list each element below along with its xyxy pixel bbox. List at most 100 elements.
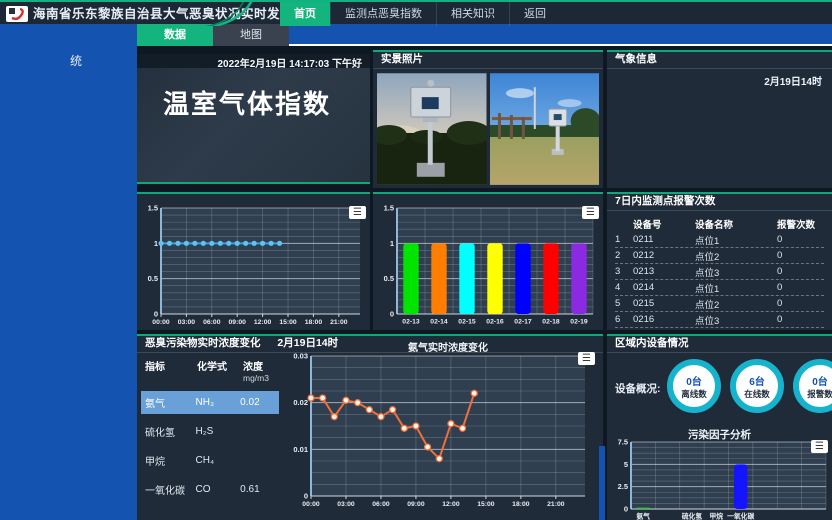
svg-text:0: 0: [390, 310, 394, 319]
odor-col-header: 化学式: [197, 358, 243, 383]
tabs-row-filler: [289, 24, 832, 46]
row-index: 1: [615, 234, 633, 245]
svg-text:0.01: 0.01: [293, 445, 308, 454]
page-title: 温室气体指数: [163, 84, 370, 121]
odor-title-text: 恶臭污染物实时浓度变化: [145, 337, 261, 349]
alarm-count: 0: [777, 282, 824, 293]
pollutant-name: 氨气: [145, 395, 196, 410]
greeting-panel: 2022年2月19日 14:17:03 下午好 温室气体指数: [137, 54, 370, 184]
alarm-table: 设备号设备名称报警次数10211点位1020212点位2030213点位3040…: [607, 211, 832, 328]
svg-text:09:00: 09:00: [407, 501, 425, 508]
svg-text:硫化氢: 硫化氢: [682, 512, 703, 520]
svg-text:0: 0: [304, 492, 308, 501]
nav-item[interactable]: 返回: [509, 2, 560, 26]
list-item[interactable]: 氨气NH₃0.02: [141, 391, 279, 414]
pollutant-formula: CO: [196, 484, 241, 495]
list-item[interactable]: 硫化氢H₂S: [141, 420, 279, 443]
chart-menu-icon[interactable]: ☰: [582, 206, 599, 219]
svg-text:21:00: 21:00: [547, 501, 565, 508]
device-stats-label: 设备概况:: [615, 381, 661, 396]
pollutant-name: 甲烷: [145, 453, 196, 468]
device-name: 点位1: [695, 233, 777, 247]
pollutant-formula: CH₄: [196, 455, 241, 466]
odor-table-header: 指标化学式浓度mg/m3: [137, 354, 283, 385]
svg-text:18:00: 18:00: [512, 501, 530, 508]
svg-text:03:00: 03:00: [178, 319, 196, 326]
row-index: 2: [615, 250, 633, 261]
device-id: 0213: [633, 266, 695, 277]
nav-item[interactable]: 相关知识: [436, 2, 509, 26]
svg-text:00:00: 00:00: [302, 501, 320, 508]
stat-count: 0台: [686, 373, 702, 388]
device-id: 0214: [633, 282, 695, 293]
pollutant-value: 0.61: [240, 484, 279, 495]
site-logo-icon: [6, 6, 28, 22]
svg-text:氨气实时浓度变化: 氨气实时浓度变化: [408, 341, 488, 354]
nav-item[interactable]: 首页: [280, 2, 330, 26]
decorative-swoosh: [205, 2, 275, 26]
pollutant-value: 0.02: [240, 397, 279, 408]
list-item[interactable]: 甲烷CH₄: [141, 449, 279, 472]
datetime-text: 2022年2月19日 14:17:03 下午好: [137, 54, 370, 68]
alarm-count: 0: [777, 266, 824, 277]
pollution-factor-chart[interactable]: 02.557.5氨气硫化氢甲烷一氧化碳 ☰: [611, 438, 832, 520]
table-row: 30213点位30: [615, 264, 824, 280]
daily-index-chart[interactable]: 00.511.502-1302-1402-1502-1602-1702-1802…: [377, 202, 607, 333]
svg-text:00:00: 00:00: [152, 319, 170, 326]
stat-name: 报警数: [807, 388, 832, 400]
chart-menu-icon[interactable]: ☰: [349, 206, 366, 219]
alarm-count: 0: [777, 250, 824, 261]
chart-menu-icon[interactable]: ☰: [811, 440, 828, 453]
table-row: 10211点位10: [615, 232, 824, 248]
station-photo-left[interactable]: [377, 73, 487, 185]
device-id: 0216: [633, 314, 695, 325]
weather-panel-title: 气象信息: [607, 52, 832, 69]
svg-text:15:00: 15:00: [279, 319, 297, 326]
alarm-col-header: 报警次数: [777, 217, 824, 231]
pollutant-formula: NH₃: [196, 397, 241, 408]
table-row: 50215点位20: [615, 296, 824, 312]
svg-text:0.03: 0.03: [293, 352, 308, 361]
odor-col-header: 指标: [145, 358, 197, 383]
tab-item[interactable]: 数据: [137, 24, 213, 46]
dashboard-main: 2022年2月19日 14:17:03 下午好 温室气体指数 实景照片: [137, 46, 832, 520]
ammonia-trend-chart[interactable]: 00.010.020.0300:0003:0006:0009:0012:0015…: [283, 340, 599, 518]
row-index: 3: [615, 266, 633, 277]
dashboard-app: 海南省乐东黎族自治县大气恶臭状况实时发布系 首页监测点恶臭指数相关知识返回 统 …: [0, 0, 832, 520]
main-nav: 首页监测点恶臭指数相关知识返回: [280, 2, 560, 26]
alarm-table-panel: 7日内监测点报警次数 设备号设备名称报警次数10211点位1020212点位20…: [607, 192, 832, 330]
greenhouse-trend-chart[interactable]: 00.511.500:0003:0006:0009:0012:0015:0018…: [141, 202, 374, 333]
svg-text:02-13: 02-13: [402, 319, 420, 326]
odor-unit-label: mg/m3: [243, 373, 283, 383]
devices-panel-title: 区域内设备情况: [607, 336, 832, 353]
svg-text:2.5: 2.5: [618, 482, 628, 491]
pollutant-name: 硫化氢: [145, 424, 196, 439]
chart-menu-icon[interactable]: ☰: [578, 352, 595, 365]
svg-text:甲烷: 甲烷: [710, 512, 724, 520]
device-stats-row: 设备概况: 0台离线数6台在线数0台报警数: [607, 353, 832, 425]
svg-text:0.02: 0.02: [293, 398, 308, 407]
device-stat-circle: 0台报警数: [793, 359, 832, 413]
device-id: 0211: [633, 234, 695, 245]
svg-text:1.5: 1.5: [384, 204, 394, 213]
svg-text:09:00: 09:00: [229, 319, 247, 326]
alarm-count: 0: [777, 298, 824, 309]
greenhouse-trend-panel: 00.511.500:0003:0006:0009:0012:0015:0018…: [137, 192, 370, 330]
row-index: 6: [615, 314, 633, 325]
list-item[interactable]: 一氧化碳CO0.61: [141, 478, 279, 501]
device-stat-circle: 6台在线数: [730, 359, 784, 413]
svg-text:15:00: 15:00: [477, 501, 495, 508]
svg-text:02-16: 02-16: [486, 319, 504, 326]
svg-text:7.5: 7.5: [618, 438, 628, 447]
daily-index-panel: 00.511.502-1302-1402-1502-1602-1702-1802…: [373, 192, 603, 330]
svg-text:12:00: 12:00: [442, 501, 460, 508]
device-name: 点位1: [695, 281, 777, 295]
device-name: 点位3: [695, 313, 777, 327]
nav-item[interactable]: 监测点恶臭指数: [330, 2, 436, 26]
tab-item[interactable]: 地图: [213, 24, 289, 46]
svg-text:06:00: 06:00: [203, 319, 221, 326]
weather-panel: 气象信息 2月19日14时: [607, 50, 832, 188]
device-stat-circles: 0台离线数6台在线数0台报警数: [667, 359, 832, 413]
svg-text:02-14: 02-14: [430, 319, 448, 326]
station-photo-right[interactable]: [490, 73, 600, 185]
